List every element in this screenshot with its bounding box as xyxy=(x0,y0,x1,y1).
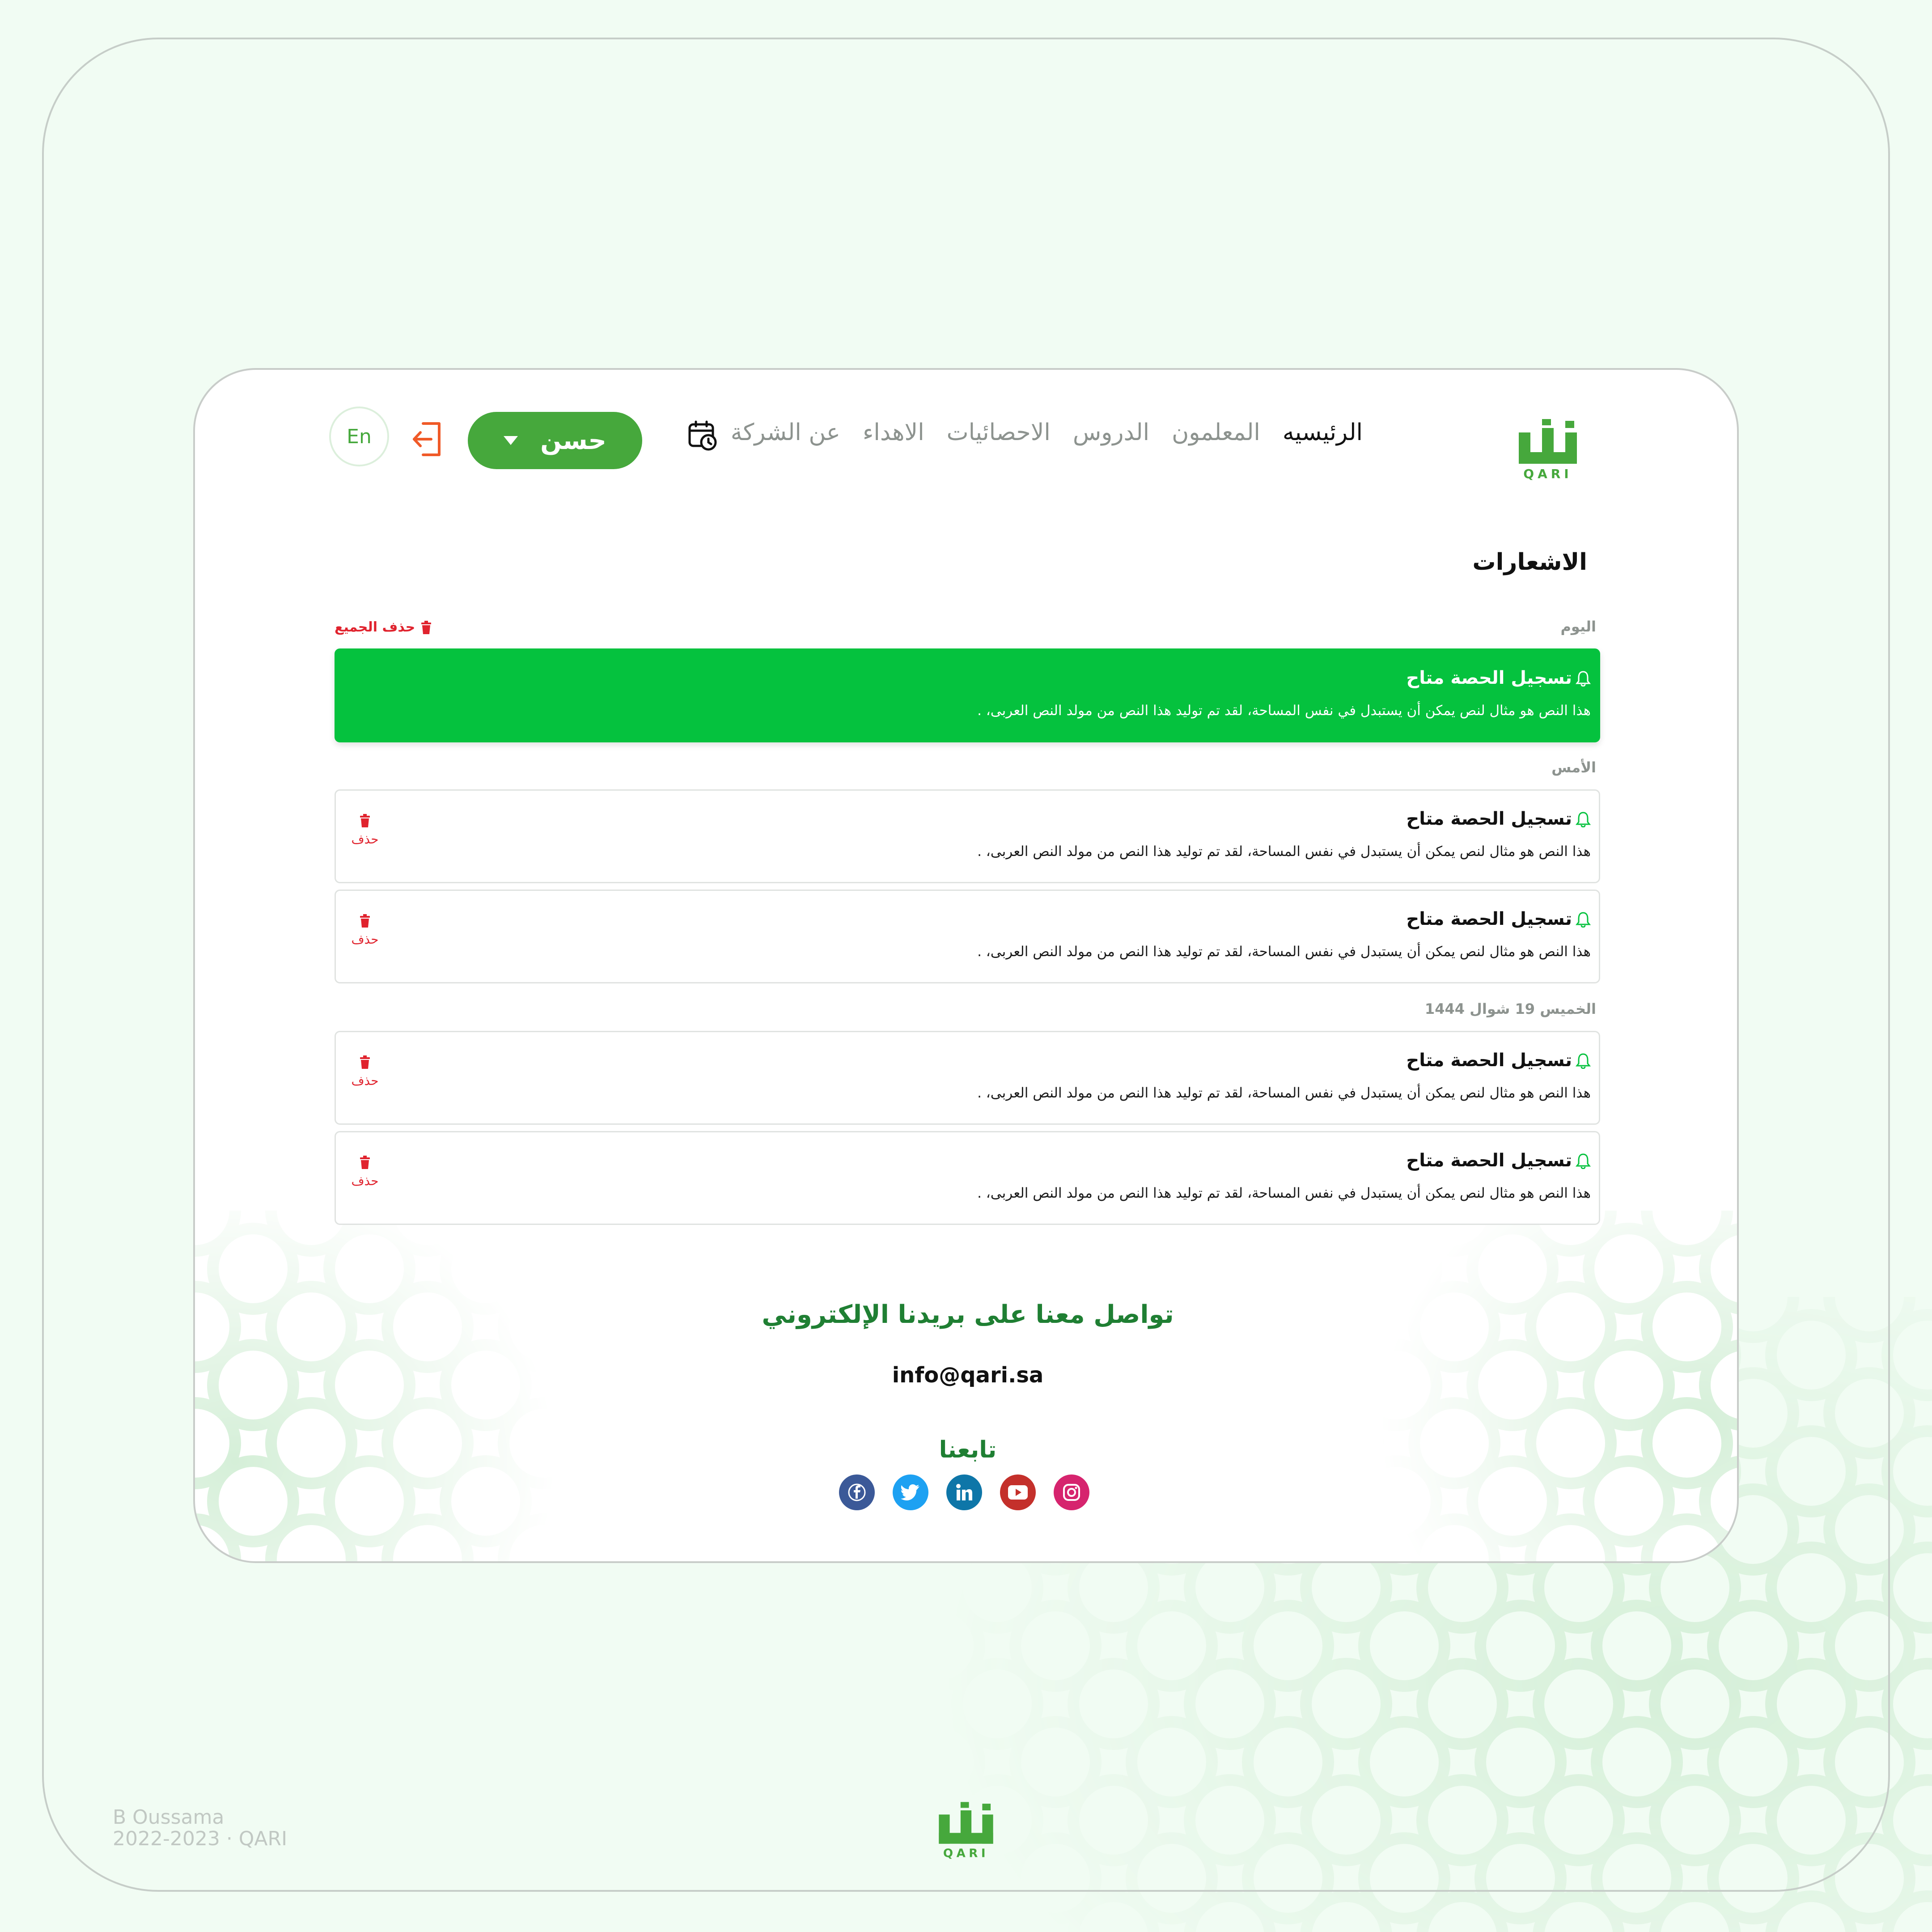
language-toggle[interactable]: En xyxy=(329,407,389,466)
delete-button[interactable]: حذف xyxy=(349,914,381,947)
logo-latin: QARI xyxy=(943,1847,989,1860)
notification-card[interactable]: تسجيل الحصة متاح هذا النص هو مثال لنص يم… xyxy=(335,890,1600,983)
bell-icon xyxy=(1576,1153,1591,1169)
logout-icon[interactable] xyxy=(410,419,445,459)
notification-body: هذا النص هو مثال لنص يمكن أن يستبدل في ن… xyxy=(977,843,1591,860)
youtube-icon[interactable] xyxy=(1000,1474,1036,1510)
delete-label: حذف xyxy=(351,1174,379,1188)
top-navbar: QARI الرئيسيه المعلمون الدروس الاحصائيات… xyxy=(195,370,1737,504)
notification-card[interactable]: تسجيل الحصة متاح هذا النص هو مثال لنص يم… xyxy=(335,1131,1600,1225)
notification-title: تسجيل الحصة متاح xyxy=(1406,668,1572,688)
nav-links: الرئيسيه المعلمون الدروس الاحصائيات الاه… xyxy=(731,419,1363,446)
notification-card[interactable]: تسجيل الحصة متاح هذا النص هو مثال لنص يم… xyxy=(335,789,1600,883)
logo-latin: QARI xyxy=(1523,466,1572,481)
contact-title: تواصل معنا على بريدنا الإلكتروني xyxy=(762,1300,1174,1329)
bell-icon xyxy=(1576,671,1591,686)
nav-link-home[interactable]: الرئيسيه xyxy=(1283,419,1363,446)
notification-title: تسجيل الحصة متاح xyxy=(1406,809,1572,829)
section-label-date: الخميس 19 شوال 1444 xyxy=(1424,1000,1596,1017)
trash-icon xyxy=(360,1055,370,1069)
section-label-today: اليوم xyxy=(1560,618,1596,635)
facebook-icon[interactable] xyxy=(839,1474,875,1510)
linkedin-icon[interactable] xyxy=(946,1474,982,1510)
notification-title: تسجيل الحصة متاح xyxy=(1406,909,1572,929)
notification-card[interactable]: تسجيل الحصة متاح هذا النص هو مثال لنص يم… xyxy=(335,1031,1600,1125)
delete-button[interactable]: حذف xyxy=(349,1156,381,1188)
user-name: حسن xyxy=(540,426,606,455)
notification-card[interactable]: تسجيل الحصة متاح هذا النص هو مثال لنص يم… xyxy=(335,648,1600,742)
nav-link-about[interactable]: عن الشركة xyxy=(731,419,840,446)
delete-button[interactable]: حذف xyxy=(349,814,381,847)
app-window: QARI الرئيسيه المعلمون الدروس الاحصائيات… xyxy=(193,368,1739,1563)
notification-body: هذا النص هو مثال لنص يمكن أن يستبدل في ن… xyxy=(977,703,1591,719)
page-title: الاشعارات xyxy=(1472,549,1587,576)
nav-link-lessons[interactable]: الدروس xyxy=(1073,419,1149,446)
delete-label: حذف xyxy=(351,1073,379,1088)
notification-body: هذا النص هو مثال لنص يمكن أن يستبدل في ن… xyxy=(977,1085,1591,1101)
nav-link-statistics[interactable]: الاحصائيات xyxy=(947,419,1051,446)
chevron-down-icon xyxy=(504,436,518,445)
notification-body: هذا النص هو مثال لنص يمكن أن يستبدل في ن… xyxy=(977,944,1591,960)
credit-author: B Oussama xyxy=(113,1806,225,1829)
credit: B Oussama 2022-2023 · QARI xyxy=(113,1807,287,1850)
nav-link-teachers[interactable]: المعلمون xyxy=(1172,419,1260,446)
section-label-yesterday: الأمس xyxy=(1551,759,1596,776)
twitter-icon[interactable] xyxy=(893,1474,928,1510)
contact-email-link[interactable]: info@qari.sa xyxy=(195,1363,1737,1388)
user-menu-button[interactable]: حسن xyxy=(468,412,642,469)
notification-body: هذا النص هو مثال لنص يمكن أن يستبدل في ن… xyxy=(977,1185,1591,1201)
delete-label: حذف xyxy=(351,832,379,847)
qari-logo-icon: QARI xyxy=(939,1802,993,1860)
instagram-icon[interactable] xyxy=(1054,1474,1089,1510)
calendar-clock-icon[interactable] xyxy=(687,420,719,452)
bell-icon xyxy=(1576,812,1591,827)
delete-all-button[interactable]: حذف الجميع xyxy=(335,619,432,635)
trash-icon xyxy=(421,620,432,634)
nav-link-dedication[interactable]: الاهداء xyxy=(863,419,924,446)
trash-icon xyxy=(360,1156,370,1169)
notification-title: تسجيل الحصة متاح xyxy=(1406,1150,1572,1171)
delete-button[interactable]: حذف xyxy=(349,1055,381,1088)
bell-icon xyxy=(1576,1053,1591,1069)
social-links xyxy=(839,1474,1089,1510)
credit-years: 2022-2023 · QARI xyxy=(113,1827,288,1850)
follow-title: تابعنا xyxy=(939,1436,997,1463)
delete-label: حذف xyxy=(351,932,379,947)
notification-title: تسجيل الحصة متاح xyxy=(1406,1050,1572,1071)
qari-logo-icon[interactable]: QARI xyxy=(1514,415,1581,482)
trash-icon xyxy=(360,814,370,827)
bell-icon xyxy=(1576,912,1591,928)
trash-icon xyxy=(360,914,370,928)
delete-all-label: حذف الجميع xyxy=(335,619,415,635)
